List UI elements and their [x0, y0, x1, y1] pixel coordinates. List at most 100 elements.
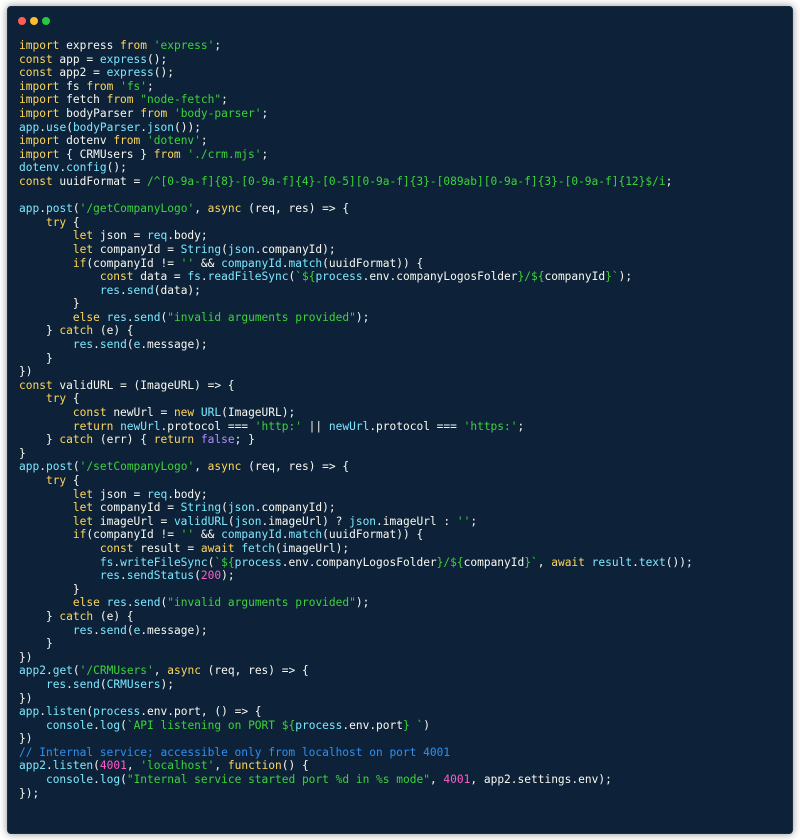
code-line: }) — [19, 651, 786, 665]
code-token: , — [126, 759, 141, 773]
code-line: dotenv.config(); — [19, 161, 786, 175]
code-token: readFileSync — [207, 270, 289, 284]
code-token: ( — [72, 664, 80, 678]
code-token: companyId — [221, 256, 282, 270]
code-token: companyId — [221, 528, 282, 542]
code-token: imageUrl = — [93, 514, 174, 528]
code-token: false — [200, 433, 235, 447]
code-token: "Internal service started port %d in %s … — [126, 773, 430, 787]
code-token: send — [133, 596, 161, 610]
code-token: } — [19, 297, 80, 311]
code-token: (req, res) => { — [241, 460, 350, 474]
code-token: { — [66, 392, 80, 406]
code-token: } — [19, 446, 26, 460]
code-token: json = — [93, 487, 147, 501]
code-token: , — [153, 664, 168, 678]
code-token: ( — [194, 569, 201, 583]
code-token: (e) { — [93, 609, 134, 623]
code-token: . — [632, 555, 639, 569]
code-line: const validURL = (ImageURL) => { — [19, 379, 786, 393]
code-token: companyId = — [93, 501, 181, 515]
code-token: ; — [261, 106, 269, 120]
code-token: if — [72, 256, 87, 270]
code-token: , — [194, 202, 208, 216]
code-line: } — [19, 352, 786, 366]
code-token: const — [99, 270, 134, 284]
code-token: result = — [133, 541, 201, 555]
maximize-window-icon[interactable] — [42, 17, 50, 25]
code-line: }) — [19, 732, 786, 746]
code-token: from — [120, 39, 147, 52]
code-token: process — [234, 555, 282, 569]
code-token: text — [638, 555, 666, 569]
close-window-icon[interactable] — [18, 17, 26, 25]
code-token: . — [126, 596, 134, 610]
code-token: app2 — [19, 664, 46, 678]
code-token: } — [19, 324, 60, 338]
code-token: '' — [180, 528, 195, 542]
code-token: res — [72, 338, 94, 352]
code-token: ; — [221, 93, 228, 107]
code-line: app.post('/getCompanyLogo', async (req, … — [19, 202, 786, 216]
code-line: return newUrl.protocol === 'http:' || ne… — [19, 420, 786, 434]
code-token: newUrl = — [106, 406, 174, 420]
code-token: send — [72, 677, 100, 691]
code-token: catch — [59, 609, 94, 623]
code-token: await — [200, 541, 235, 555]
code-token: function — [227, 759, 282, 773]
code-token: // Internal service; accessible only fro… — [19, 745, 451, 759]
code-token: ( — [221, 501, 228, 515]
code-token: . — [39, 460, 46, 474]
code-token: }) — [19, 691, 33, 705]
code-token: ( — [120, 773, 127, 787]
code-token: '/getCompanyLogo' — [79, 202, 195, 216]
code-token: ; — [214, 39, 222, 52]
code-line: } — [19, 583, 786, 597]
code-token: './crm.mjs' — [187, 147, 262, 161]
code-token: . — [120, 283, 127, 297]
code-token: async — [207, 202, 242, 216]
code-token: . — [93, 623, 100, 637]
code-line: } — [19, 637, 786, 651]
code-token: (data); — [153, 283, 201, 297]
code-token: . — [126, 310, 134, 324]
code-token: (err) { — [93, 433, 154, 447]
code-token: ( — [126, 338, 134, 352]
code-token: . — [45, 664, 53, 678]
code-token: companyId = — [93, 242, 181, 256]
code-token: import — [19, 134, 60, 148]
code-line: app.post('/setCompanyLogo', async (req, … — [19, 460, 786, 474]
minimize-window-icon[interactable] — [30, 17, 38, 25]
code-token: ); — [221, 569, 235, 583]
code-token: , — [537, 555, 552, 569]
code-token: . — [93, 338, 100, 352]
code-token: 'localhost' — [140, 759, 215, 773]
code-token: ) — [423, 718, 430, 732]
code-line: // Internal service; accessible only fro… — [19, 746, 786, 760]
code-token: app2 = — [52, 66, 107, 80]
code-token: send — [99, 623, 127, 637]
code-block: import express from 'express'; const app … — [19, 39, 786, 800]
code-token: ); — [160, 677, 174, 691]
code-line: import bodyParser from 'body-parser'; — [19, 107, 786, 121]
code-token: fetch — [241, 541, 275, 555]
code-token: from — [113, 134, 141, 148]
code-token: log — [99, 773, 121, 787]
code-token: (companyId != — [86, 528, 181, 542]
code-token: get — [52, 664, 73, 678]
code-token: json — [234, 514, 262, 528]
code-token: "node-fetch" — [140, 93, 222, 107]
code-line: res.send(e.message); — [19, 624, 786, 638]
code-line: } catch (err) { return false; } — [19, 433, 786, 447]
code-line: try { — [19, 474, 786, 488]
code-token: fs — [187, 270, 201, 284]
code-token: .imageUrl : — [376, 514, 457, 528]
code-line: import express from 'express'; — [19, 39, 786, 53]
code-token: (); — [153, 66, 174, 80]
code-token: (uuidFormat)) { — [322, 256, 424, 270]
code-token: try — [45, 474, 67, 487]
code-token: && — [194, 528, 222, 542]
